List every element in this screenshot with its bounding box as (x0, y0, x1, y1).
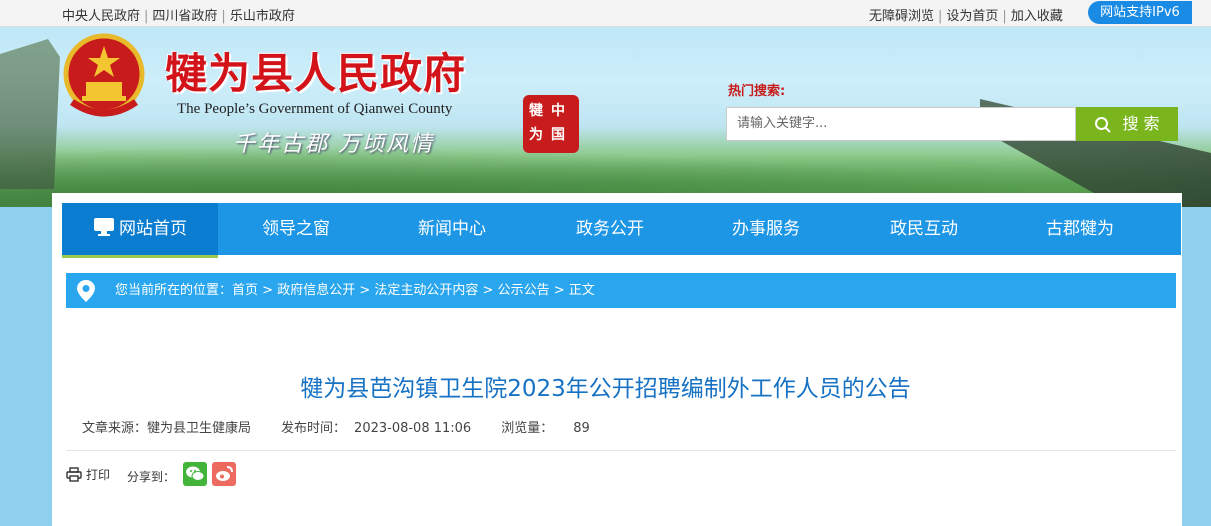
breadcrumb-separator: > (549, 283, 569, 298)
breadcrumb-current: 正文 (568, 283, 595, 298)
breadcrumb-prefix: 您当前所在的位置： (115, 283, 233, 298)
breadcrumb: 您当前所在的位置：首页 > 政府信息公开 > 法定主动公开内容 > 公示公告 >… (66, 273, 1176, 308)
seal-char: 犍 (529, 103, 543, 119)
source-label: 文章来源： (82, 421, 148, 436)
article-source: 犍为县卫生健康局 (147, 421, 252, 436)
search-input[interactable]: 请输入关键字... (726, 107, 1076, 141)
wechat-share-button[interactable] (183, 462, 207, 486)
nav-item-leadership[interactable]: 领导之窗 (218, 203, 374, 255)
article-views: 89 (573, 421, 590, 436)
nav-item-interaction[interactable]: 政民互动 (846, 203, 1002, 255)
top-links-left: 中央人民政府 | 四川省政府 | 乐山市政府 (62, 9, 295, 24)
set-homepage-link[interactable]: 设为首页 (946, 9, 998, 24)
nav-item-home[interactable]: 网站首页 (62, 203, 218, 255)
article-date: 2023-08-08 11:06 (354, 421, 472, 436)
breadcrumb-home[interactable]: 首页 (232, 283, 258, 298)
add-favorite-link[interactable]: 加入收藏 (1011, 9, 1063, 24)
search-button-label: 搜 索 (1122, 114, 1160, 133)
share-label: 分享到： (127, 470, 176, 484)
accessibility-link[interactable]: 无障碍浏览 (869, 9, 934, 24)
seal-char: 国 (551, 127, 565, 143)
top-bar: 中央人民政府 | 四川省政府 | 乐山市政府 无障碍浏览 | 设为首页 | 加入收藏 网站支持I… (0, 0, 1211, 27)
site-title: 犍为县人民政府 (165, 49, 467, 98)
article-meta: 文章来源：犍为县卫生健康局 发布时间： 2023-08-08 11:06 浏览量： 89 (82, 417, 590, 436)
main-nav: 网站首页 领导之窗 新闻中心 政务公开 办事服务 政民互动 古郡犍为 (62, 203, 1181, 255)
print-button[interactable]: 打印 (66, 466, 126, 483)
nav-item-ancient-qianwei[interactable]: 古郡犍为 (1002, 203, 1158, 255)
wechat-icon (186, 466, 205, 481)
nav-item-label: 网站首页 (119, 219, 187, 239)
weibo-icon (216, 466, 233, 481)
search-icon (1095, 116, 1112, 133)
weibo-share-button[interactable] (212, 462, 236, 486)
views-label: 浏览量： (501, 421, 554, 436)
national-emblem-icon (63, 33, 145, 117)
print-label: 打印 (86, 468, 111, 482)
nav-item-news[interactable]: 新闻中心 (374, 203, 530, 255)
seal-char: 为 (529, 127, 543, 143)
link-sichuan-gov[interactable]: 四川省政府 (152, 9, 217, 24)
ipv6-badge: 网站支持IPv6 (1088, 1, 1192, 24)
link-leshan-gov[interactable]: 乐山市政府 (230, 9, 295, 24)
china-seal-stamp: 犍 中 为 国 (523, 95, 579, 153)
seal-char: 中 (551, 103, 565, 119)
location-pin-icon (77, 280, 95, 302)
top-links-right: 无障碍浏览 | 设为首页 | 加入收藏 (869, 9, 1063, 24)
nav-item-gov-affairs[interactable]: 政务公开 (532, 203, 688, 255)
hot-search-label: 热门搜索: (728, 84, 786, 99)
link-central-gov[interactable]: 中央人民政府 (62, 9, 140, 24)
print-icon (66, 467, 82, 482)
site-subtitle: The People’s Government of Qianwei Count… (177, 101, 453, 117)
nav-item-services[interactable]: 办事服务 (688, 203, 844, 255)
meta-divider (66, 450, 1176, 451)
site-slogan: 千年古郡 万顷风情 (233, 132, 434, 157)
search-button[interactable]: 搜 索 (1076, 107, 1178, 141)
breadcrumb-notices[interactable]: 公示公告 (498, 283, 550, 298)
article-title: 犍为县芭沟镇卫生院2023年公开招聘编制外工作人员的公告 (300, 376, 911, 402)
breadcrumb-separator: > (355, 283, 375, 298)
breadcrumb-separator: > (478, 283, 498, 298)
home-monitor-icon (94, 218, 114, 236)
active-nav-underline (62, 255, 218, 258)
breadcrumb-text: 您当前所在的位置：首页 > 政府信息公开 > 法定主动公开内容 > 公示公告 >… (115, 273, 595, 308)
breadcrumb-statutory[interactable]: 法定主动公开内容 (374, 283, 478, 298)
date-label: 发布时间： (281, 421, 347, 436)
breadcrumb-separator: > (258, 283, 278, 298)
breadcrumb-gov-info[interactable]: 政府信息公开 (277, 283, 355, 298)
banner-pavilion (0, 39, 60, 189)
